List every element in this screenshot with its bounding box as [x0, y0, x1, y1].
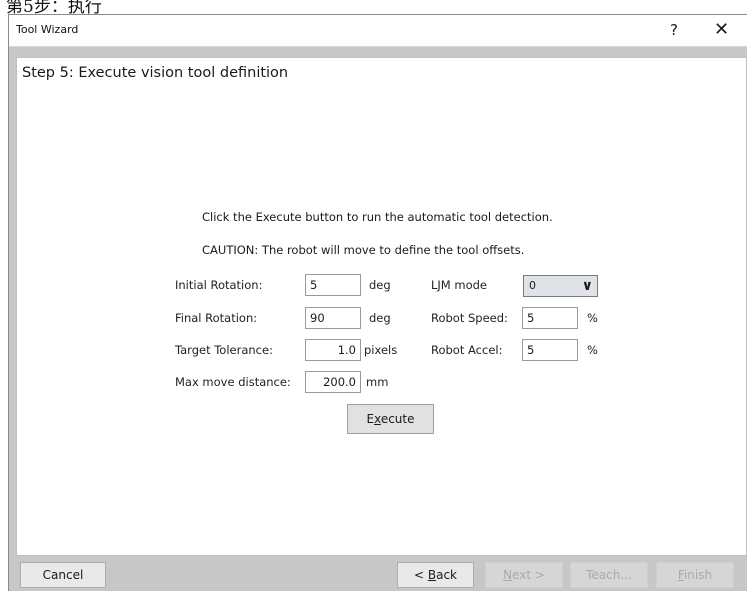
- chevron-down-icon: ∨: [581, 278, 593, 294]
- execute-label-pre: E: [366, 412, 375, 426]
- robot-speed-unit: %: [587, 311, 598, 325]
- finish-button[interactable]: Finish: [656, 562, 734, 588]
- max-move-distance-unit: mm: [366, 375, 389, 389]
- execute-button[interactable]: Execute: [347, 404, 434, 434]
- max-move-distance-input[interactable]: 200.0: [305, 371, 361, 393]
- back-label-pre: <: [413, 568, 428, 582]
- finish-label-post: inish: [683, 568, 713, 582]
- next-accesskey: N: [503, 568, 513, 582]
- final-rotation-unit: deg: [369, 311, 391, 325]
- final-rotation-label: Final Rotation:: [175, 311, 258, 325]
- step-title: Step 5: Execute vision tool definition: [22, 65, 289, 81]
- back-accesskey: B: [427, 568, 437, 582]
- ljm-mode-label: LJM mode: [431, 278, 487, 292]
- ljm-mode-select[interactable]: 0 ∨: [523, 275, 598, 297]
- back-label-post: ack: [436, 568, 457, 582]
- max-move-distance-label: Max move distance:: [175, 375, 291, 389]
- title-bar: Tool Wizard ? ✕: [9, 15, 747, 47]
- final-rotation-input[interactable]: 90: [305, 307, 361, 329]
- robot-accel-label: Robot Accel:: [431, 343, 503, 357]
- instruction-line-1: Click the Execute button to run the auto…: [202, 210, 553, 224]
- robot-accel-input[interactable]: 5: [522, 339, 578, 361]
- initial-rotation-unit: deg: [369, 278, 391, 292]
- tool-wizard-window: Tool Wizard ? ✕ Step 5: Execute vision t…: [8, 14, 747, 591]
- wizard-content-panel: Step 5: Execute vision tool definition C…: [16, 57, 747, 556]
- target-tolerance-input[interactable]: 1.0: [305, 339, 361, 361]
- target-tolerance-unit: pixels: [364, 343, 398, 357]
- execute-accesskey: x: [374, 412, 381, 426]
- robot-speed-label: Robot Speed:: [431, 311, 508, 325]
- teach-button[interactable]: Teach...: [570, 562, 648, 588]
- cancel-button[interactable]: Cancel: [20, 562, 106, 588]
- robot-speed-input[interactable]: 5: [522, 307, 578, 329]
- back-button[interactable]: < Back: [397, 562, 474, 588]
- target-tolerance-label: Target Tolerance:: [175, 343, 273, 357]
- next-button[interactable]: Next >: [485, 562, 563, 588]
- close-icon[interactable]: ✕: [714, 19, 729, 40]
- help-icon[interactable]: ?: [670, 21, 678, 39]
- window-title: Tool Wizard: [16, 23, 79, 36]
- next-label-post: ext >: [512, 568, 545, 582]
- caution-line: CAUTION: The robot will move to define t…: [202, 243, 525, 257]
- ljm-mode-value: 0: [529, 279, 536, 292]
- initial-rotation-label: Initial Rotation:: [175, 278, 263, 292]
- robot-accel-unit: %: [587, 343, 598, 357]
- initial-rotation-input[interactable]: 5: [305, 274, 361, 296]
- execute-label-post: ecute: [380, 412, 415, 426]
